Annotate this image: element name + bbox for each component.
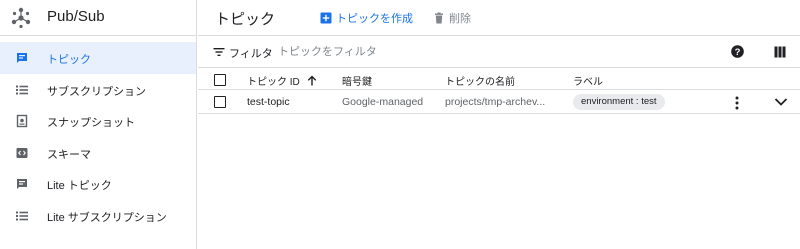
row-checkbox[interactable] xyxy=(214,96,226,108)
sidebar: Pub/Sub トピック サブスクリプション スナップショット スキーマ Lit… xyxy=(0,0,197,249)
sidebar-item-label: Lite サブスクリプション xyxy=(47,211,167,224)
app-title: Pub/Sub xyxy=(47,8,105,25)
column-display-icon[interactable] xyxy=(774,46,786,58)
sidebar-item-schemas[interactable]: スキーマ xyxy=(0,137,196,169)
select-all-checkbox[interactable] xyxy=(214,74,226,86)
sidebar-item-label: スキーマ xyxy=(47,148,91,161)
page-title: トピック xyxy=(215,11,276,28)
encryption-key-cell: Google-managed xyxy=(342,96,424,108)
arrow-up-icon xyxy=(307,75,316,86)
sidebar-item-lite-topics[interactable]: Lite トピック xyxy=(0,168,196,200)
label-chip: environment : test xyxy=(573,94,665,110)
filter-bar: フィルタ ? xyxy=(198,36,800,68)
message-icon xyxy=(17,179,27,189)
filter-input[interactable] xyxy=(278,42,578,62)
column-header-topic-name: トピックの名前 xyxy=(445,77,515,88)
column-header-label: トピック ID xyxy=(247,77,300,88)
sidebar-item-label: トピック xyxy=(47,54,91,66)
table-row: test-topic Google-managed projects/tmp-a… xyxy=(198,90,800,114)
trash-icon xyxy=(435,12,443,24)
create-topic-label: トピックを作成 xyxy=(336,13,413,25)
more-vert-icon[interactable] xyxy=(732,96,742,110)
column-header-labels: ラベル xyxy=(573,77,603,88)
column-header-encryption-key: 暗号鍵 xyxy=(342,77,372,88)
pubsub-logo-icon xyxy=(11,7,31,29)
brand-header: Pub/Sub xyxy=(0,0,197,36)
sidebar-nav: トピック サブスクリプション スナップショット スキーマ Lite トピック L… xyxy=(0,42,196,231)
help-icon[interactable]: ? xyxy=(731,45,744,58)
column-header-topic-id[interactable]: トピック ID xyxy=(247,73,317,88)
sidebar-item-lite-subscriptions[interactable]: Lite サブスクリプション xyxy=(0,200,196,232)
page-header: トピック トピックを作成 削除 xyxy=(198,0,800,36)
sidebar-item-subscriptions[interactable]: サブスクリプション xyxy=(0,74,196,106)
list-icon xyxy=(16,211,28,220)
topic-id-link[interactable]: test-topic xyxy=(247,96,290,108)
sidebar-item-label: Lite トピック xyxy=(47,180,112,192)
sidebar-item-topics[interactable]: トピック xyxy=(0,42,196,74)
svg-text:?: ? xyxy=(735,47,741,58)
sidebar-item-snapshots[interactable]: スナップショット xyxy=(0,105,196,137)
sidebar-item-label: スナップショット xyxy=(47,117,135,129)
sidebar-item-label: サブスクリプション xyxy=(47,85,146,98)
delete-label: 削除 xyxy=(449,13,471,25)
topic-name-cell: projects/tmp-archev... xyxy=(445,96,546,108)
message-icon xyxy=(17,53,27,63)
chevron-down-icon[interactable] xyxy=(774,97,788,107)
create-topic-button[interactable]: トピックを作成 xyxy=(320,10,413,26)
delete-button[interactable]: 削除 xyxy=(433,10,471,26)
add-box-icon xyxy=(320,12,332,24)
filter-label: フィルタ xyxy=(229,48,273,60)
code-icon xyxy=(16,147,28,158)
table-header: トピック ID 暗号鍵 トピックの名前 ラベル xyxy=(198,68,800,90)
list-icon xyxy=(16,85,28,94)
snapshot-icon xyxy=(16,114,28,128)
filter-icon xyxy=(213,48,225,56)
